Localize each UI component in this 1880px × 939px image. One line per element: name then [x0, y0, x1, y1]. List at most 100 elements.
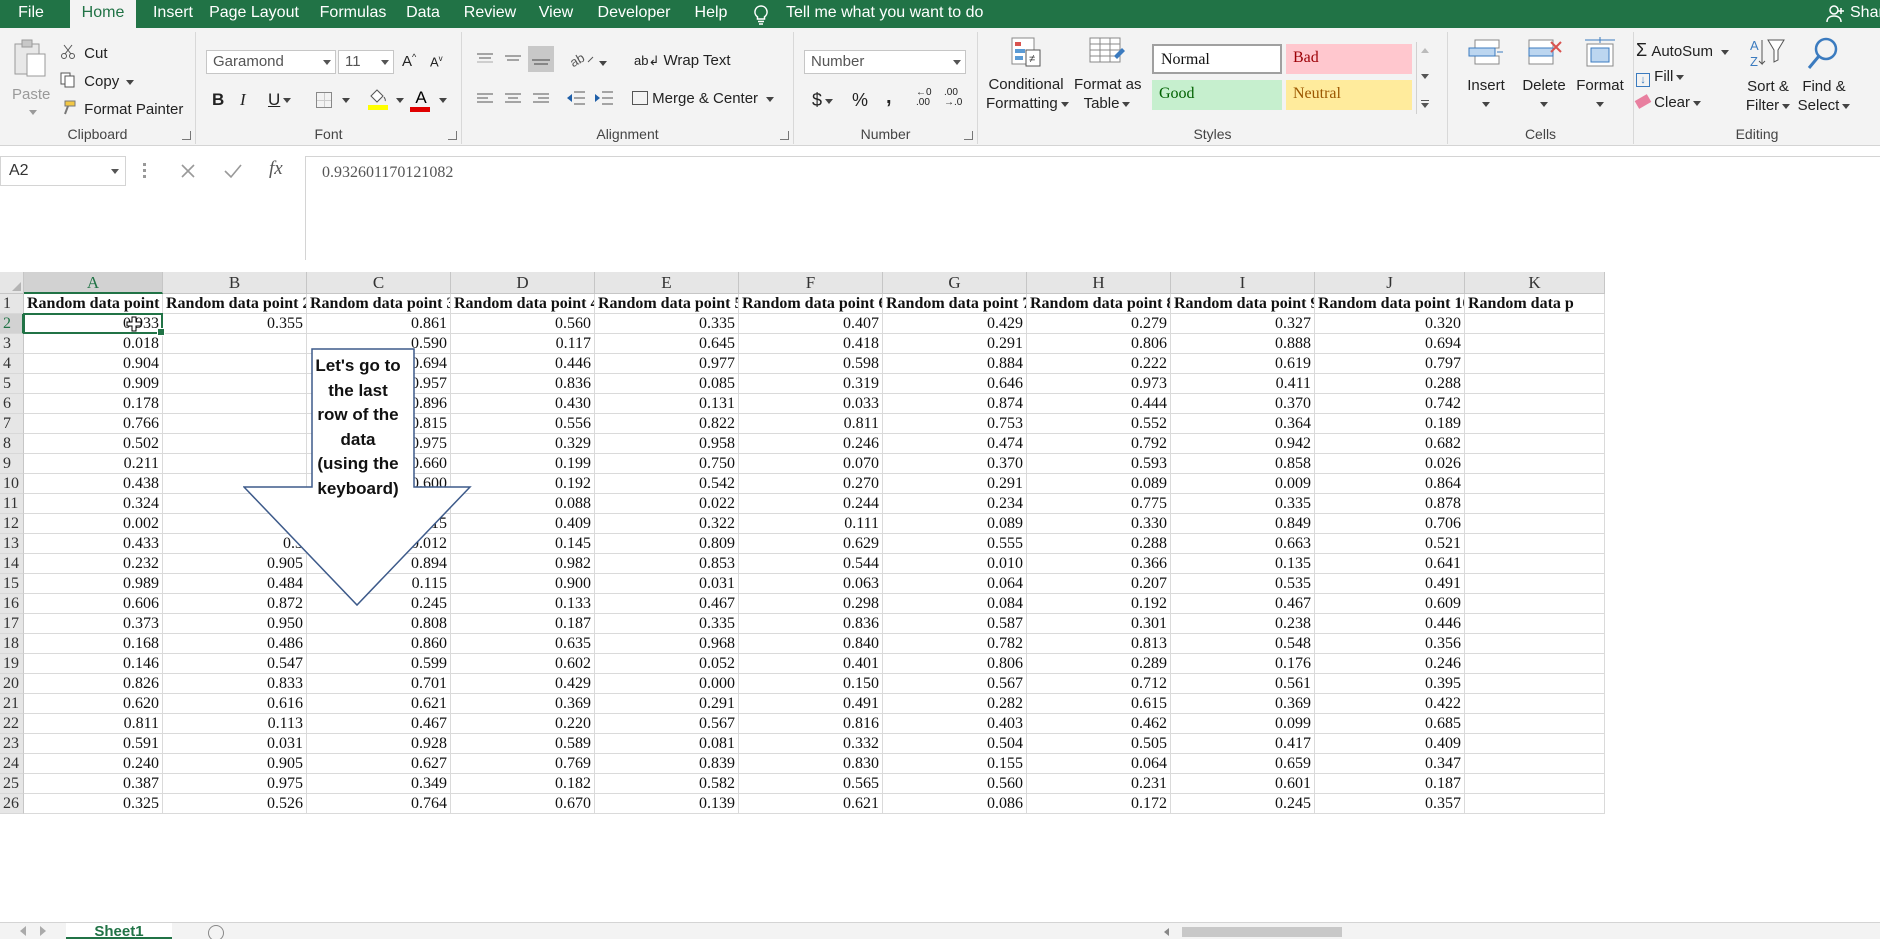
row-header-21[interactable]: 21: [0, 694, 24, 714]
data-cell[interactable]: 0.942: [1171, 434, 1315, 454]
column-header-g[interactable]: G: [883, 272, 1027, 294]
row-header-7[interactable]: 7: [0, 414, 24, 434]
data-cell[interactable]: 0.544: [739, 554, 883, 574]
data-cell[interactable]: 0.552: [1027, 414, 1171, 434]
format-cells-button[interactable]: Format: [1572, 36, 1628, 120]
data-cell[interactable]: 0.526: [163, 794, 307, 814]
data-cell[interactable]: [1465, 574, 1605, 594]
number-format-select[interactable]: Number: [804, 50, 966, 74]
data-cell[interactable]: 0.063: [739, 574, 883, 594]
data-cell[interactable]: 0.211: [24, 454, 163, 474]
borders-dropdown-icon[interactable]: [342, 98, 350, 103]
data-cell[interactable]: 0.809: [595, 534, 739, 554]
align-left-icon[interactable]: [476, 92, 494, 111]
data-cell[interactable]: 0.836: [739, 614, 883, 634]
clear-button[interactable]: Clear: [1634, 94, 1702, 111]
row-header-20[interactable]: 20: [0, 674, 24, 694]
data-cell[interactable]: 0.521: [1315, 534, 1465, 554]
data-cell[interactable]: 0.417: [1171, 734, 1315, 754]
data-cell[interactable]: 0.026: [1315, 454, 1465, 474]
styles-gallery-scroll[interactable]: [1416, 42, 1432, 114]
tab-insert[interactable]: Insert: [144, 0, 202, 28]
data-cell[interactable]: 0.682: [1315, 434, 1465, 454]
data-cell[interactable]: 0.222: [1027, 354, 1171, 374]
font-color-button[interactable]: A: [410, 88, 432, 112]
data-cell[interactable]: 0.582: [595, 774, 739, 794]
data-cell[interactable]: 0.840: [739, 634, 883, 654]
data-cell[interactable]: 0.220: [451, 714, 595, 734]
fill-color-button[interactable]: [368, 88, 390, 112]
data-cell[interactable]: 0.301: [1027, 614, 1171, 634]
data-cell[interactable]: 0.797: [1315, 354, 1465, 374]
increase-indent-icon[interactable]: [594, 90, 614, 111]
autosum-button[interactable]: Σ AutoSum: [1636, 40, 1730, 61]
data-cell[interactable]: 0.830: [739, 754, 883, 774]
column-header-b[interactable]: B: [163, 272, 307, 294]
data-cell[interactable]: 0.491: [1315, 574, 1465, 594]
format-as-table-button[interactable]: Format as Table: [1074, 34, 1142, 120]
data-cell[interactable]: [1465, 474, 1605, 494]
tab-review[interactable]: Review: [456, 0, 524, 28]
data-cell[interactable]: 0.192: [1027, 594, 1171, 614]
row-header-22[interactable]: 22: [0, 714, 24, 734]
row-header-25[interactable]: 25: [0, 774, 24, 794]
italic-button[interactable]: I: [240, 90, 246, 110]
data-cell[interactable]: [1465, 514, 1605, 534]
add-sheet-icon[interactable]: [208, 925, 224, 939]
tab-formulas[interactable]: Formulas: [312, 0, 394, 28]
data-cell[interactable]: 0.438: [24, 474, 163, 494]
tab-data[interactable]: Data: [400, 0, 446, 28]
row-header-11[interactable]: 11: [0, 494, 24, 514]
data-cell[interactable]: 0.635: [451, 634, 595, 654]
data-cell[interactable]: 0.555: [883, 534, 1027, 554]
data-cell[interactable]: 0.332: [739, 734, 883, 754]
data-cell[interactable]: 0.989: [24, 574, 163, 594]
data-cell[interactable]: 0.052: [595, 654, 739, 674]
data-cell[interactable]: 0.663: [1171, 534, 1315, 554]
data-cell[interactable]: 0.182: [451, 774, 595, 794]
data-cell[interactable]: 0.369: [451, 694, 595, 714]
data-cell[interactable]: 0.560: [451, 314, 595, 334]
data-cell[interactable]: 0.598: [739, 354, 883, 374]
header-cell[interactable]: Random data point 9: [1171, 294, 1315, 314]
data-cell[interactable]: 0.462: [1027, 714, 1171, 734]
data-cell[interactable]: 0.505: [1027, 734, 1171, 754]
conditional-formatting-button[interactable]: ≠ Conditional Formatting: [986, 34, 1069, 120]
data-cell[interactable]: 0.031: [595, 574, 739, 594]
header-cell[interactable]: Random data point 3: [307, 294, 451, 314]
data-cell[interactable]: 0.387: [24, 774, 163, 794]
data-cell[interactable]: 0.782: [883, 634, 1027, 654]
data-cell[interactable]: 0.089: [1027, 474, 1171, 494]
data-cell[interactable]: 0.542: [595, 474, 739, 494]
data-cell[interactable]: 0.474: [883, 434, 1027, 454]
align-right-icon[interactable]: [532, 92, 550, 111]
data-cell[interactable]: [1465, 394, 1605, 414]
data-cell[interactable]: 0.860: [307, 634, 451, 654]
data-cell[interactable]: 0.602: [451, 654, 595, 674]
data-cell[interactable]: 0.467: [1171, 594, 1315, 614]
data-cell[interactable]: 0.858: [1171, 454, 1315, 474]
paste-button[interactable]: Paste: [8, 36, 52, 116]
data-cell[interactable]: 0.238: [1171, 614, 1315, 634]
data-cell[interactable]: 0.246: [1315, 654, 1465, 674]
align-top-icon[interactable]: [476, 52, 494, 71]
data-cell[interactable]: 0.766: [24, 414, 163, 434]
data-cell[interactable]: 0.601: [1171, 774, 1315, 794]
data-cell[interactable]: 0.366: [1027, 554, 1171, 574]
decrease-indent-icon[interactable]: [566, 90, 586, 111]
align-center-icon[interactable]: [504, 92, 522, 111]
data-cell[interactable]: 0.928: [307, 734, 451, 754]
data-cell[interactable]: 0.418: [739, 334, 883, 354]
data-cell[interactable]: 0.641: [1315, 554, 1465, 574]
clipboard-launcher-icon[interactable]: [182, 131, 191, 140]
data-cell[interactable]: 0.861: [307, 314, 451, 334]
data-cell[interactable]: 0.279: [1027, 314, 1171, 334]
data-cell[interactable]: 0.168: [24, 634, 163, 654]
percent-button[interactable]: %: [852, 90, 868, 111]
header-cell[interactable]: Random data point 7: [883, 294, 1027, 314]
data-cell[interactable]: 0.320: [1315, 314, 1465, 334]
data-cell[interactable]: 0.712: [1027, 674, 1171, 694]
data-cell[interactable]: 0.833: [163, 674, 307, 694]
wrap-text-button[interactable]: ab↲ Wrap Text: [634, 52, 731, 69]
data-cell[interactable]: 0.977: [595, 354, 739, 374]
